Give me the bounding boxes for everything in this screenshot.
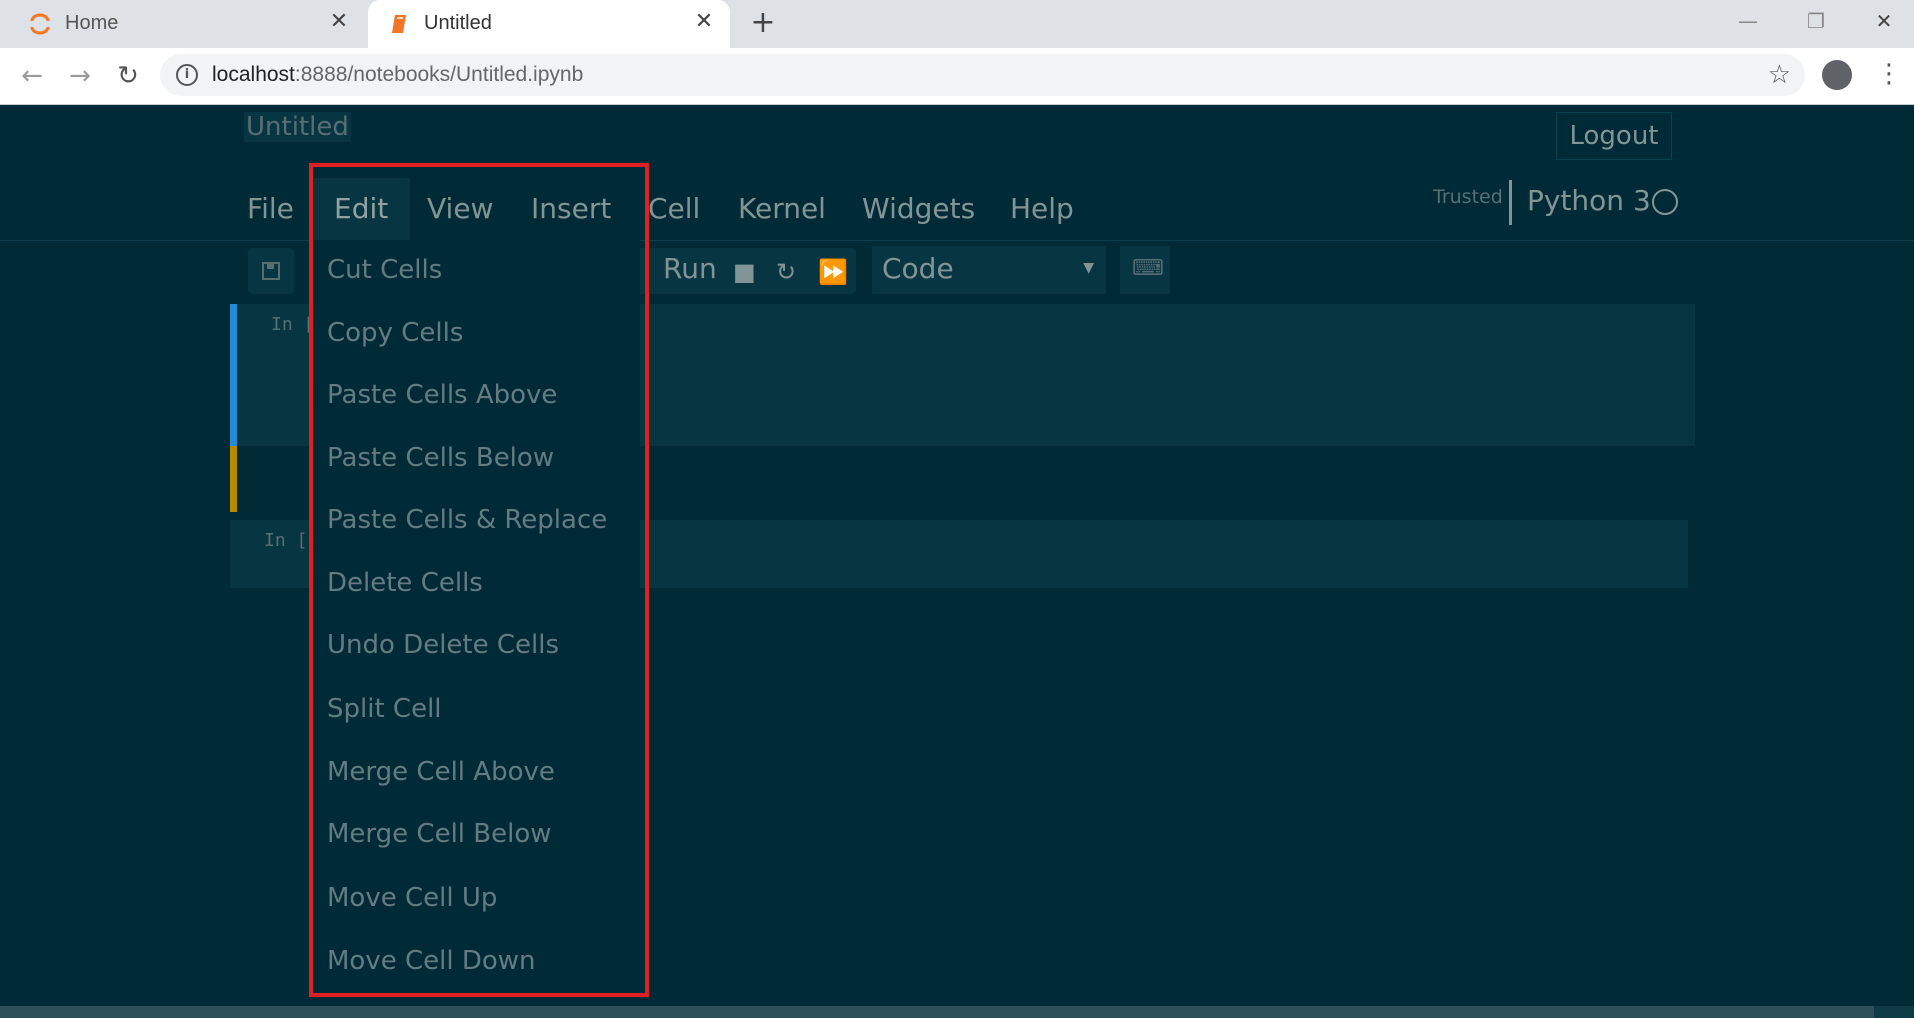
menu-file[interactable]: File [225,178,316,240]
notebook-icon [392,15,406,33]
fast-forward-icon[interactable]: ⏩ [818,258,848,286]
cell-type-select[interactable]: Code ▼ [872,246,1106,294]
logout-button[interactable]: Logout [1556,112,1672,160]
close-icon[interactable]: ✕ [692,10,716,34]
highlight-box [309,163,649,997]
cell-prompt: In [ [264,530,308,551]
save-icon [262,262,280,280]
reload-icon[interactable]: ↻ [112,60,144,92]
window-close-icon[interactable]: ✕ [1864,6,1904,36]
command-palette-button[interactable]: ⌨ [1120,246,1170,294]
save-button[interactable] [248,248,294,294]
jupyter-icon [30,13,50,35]
trusted-indicator[interactable]: Trusted [1433,186,1503,208]
menu-help[interactable]: Help [988,178,1096,240]
kernel-name: Python 3 [1527,184,1651,217]
url-text: localhost:8888/notebooks/Untitled.ipynb [212,63,583,87]
close-icon[interactable]: ✕ [327,10,351,34]
stop-icon[interactable]: ■ [733,258,756,286]
url-field[interactable]: i localhost:8888/notebooks/Untitled.ipyn… [160,54,1805,96]
tab-title: Untitled [424,12,492,34]
new-tab-icon[interactable]: + [748,8,778,38]
restore-icon[interactable]: ❐ [1796,6,1836,36]
url-path: :8888/notebooks/Untitled.ipynb [294,63,584,86]
scrollbar-thumb[interactable] [1874,1006,1914,1018]
browser-tab-bar: Home ✕ Untitled ✕ + — ❐ ✕ [0,0,1914,48]
cell-type-value: Code [882,252,954,285]
kernel-divider [1509,180,1512,225]
profile-avatar-icon[interactable] [1822,60,1852,90]
cell-prompt: In [ [271,314,315,335]
browser-menu-icon[interactable]: ⋮ [1876,58,1902,90]
info-icon[interactable]: i [176,64,198,86]
horizontal-scrollbar[interactable] [0,1006,1914,1018]
tab-untitled[interactable]: Untitled ✕ [368,0,730,48]
menu-kernel[interactable]: Kernel [716,178,848,240]
run-button[interactable]: Run [663,252,717,285]
tab-home[interactable]: Home ✕ [0,0,365,48]
keyboard-icon: ⌨ [1132,256,1164,281]
notebook-title[interactable]: Untitled [244,112,351,142]
tab-title: Home [65,12,119,34]
restart-icon[interactable]: ↻ [776,258,796,286]
kernel-status-icon [1652,189,1678,215]
minimize-icon[interactable]: — [1728,6,1768,36]
bookmark-star-icon[interactable]: ☆ [1768,60,1791,90]
chevron-down-icon: ▼ [1083,260,1094,276]
menu-widgets[interactable]: Widgets [840,178,997,240]
back-icon[interactable]: ← [16,60,48,92]
forward-icon[interactable]: → [64,60,96,92]
address-bar: ← → ↻ i localhost:8888/notebooks/Untitle… [0,48,1914,105]
url-host: localhost [212,63,295,86]
